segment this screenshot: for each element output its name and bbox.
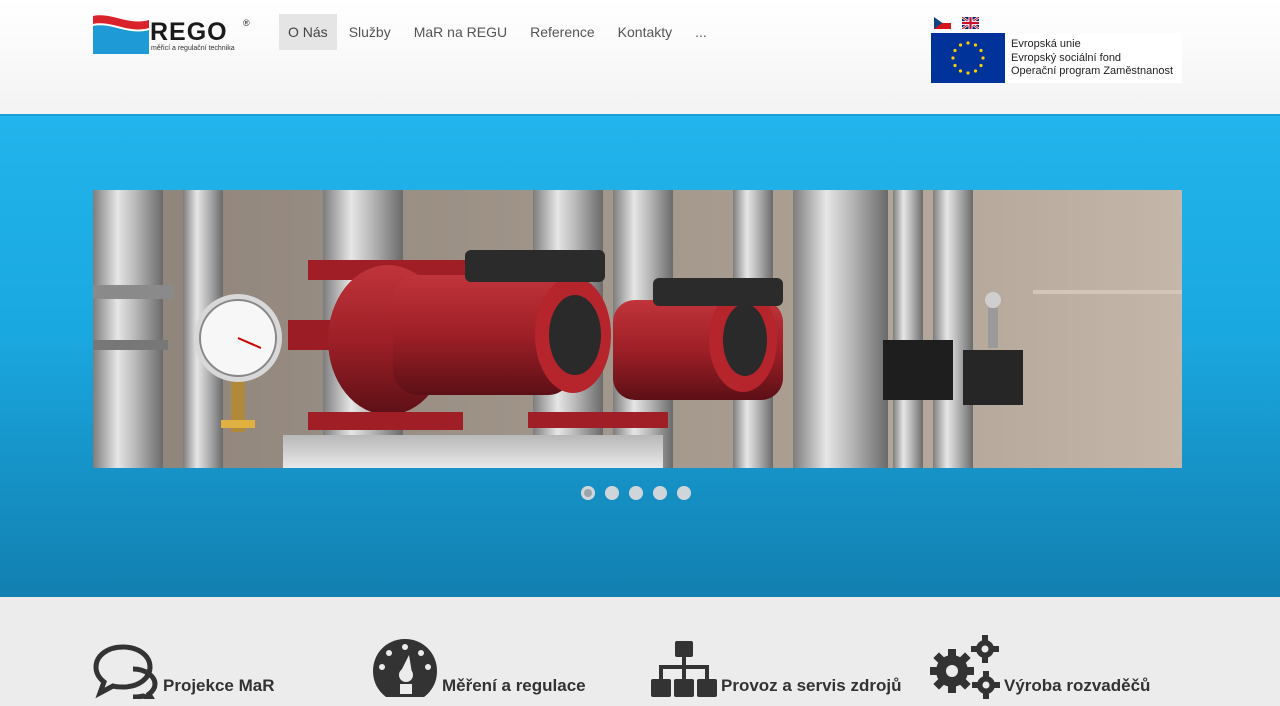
slider-dot-3[interactable] [629,486,643,500]
service-label: Provoz a servis zdrojů [721,676,902,695]
nav-item-reference[interactable]: Reference [519,14,606,50]
speech-bubbles-icon [93,644,158,699]
eu-text: Evropská unie Evropský sociální fond Ope… [1011,38,1173,79]
uk-flag-icon[interactable] [962,17,979,29]
nav-item-more[interactable]: ... [684,14,718,50]
registered-mark: ® [243,18,250,28]
slider-image[interactable] [93,190,1182,468]
slider-pagination [581,486,691,500]
eu-funding-badge[interactable]: Evropská unie Evropský sociální fond Ope… [931,33,1182,83]
eu-line-1: Evropská unie [1011,38,1081,50]
slider-dot-5[interactable] [677,486,691,500]
language-switcher [934,17,979,29]
service-label: Měření a regulace [442,676,586,695]
pump-room-photo-icon [93,190,1182,468]
gears-icon [930,635,1000,699]
eu-line-3: Operační program Zaměstnanost [1011,65,1174,77]
rego-logo[interactable]: REGO ® měřicí a regulační technika [93,14,253,54]
nav-item-mar-na-regu[interactable]: MaR na REGU [403,14,518,50]
slider-dot-2[interactable] [605,486,619,500]
eu-line-2: Evropský sociální fond [1011,51,1122,64]
service-label: Projekce MaR [163,676,275,695]
service-mereni-a-regulace[interactable]: Měření a regulace [372,637,586,699]
logo-tagline: měřicí a regulační technika [151,45,235,52]
nav-item-o-nas[interactable]: O Nás [279,14,337,50]
service-label: Výroba rozvaděčů [1004,676,1151,695]
slider-dot-1[interactable] [581,486,595,500]
nav-item-kontakty[interactable]: Kontakty [607,14,683,50]
eu-flag-icon [931,33,1005,83]
main-nav: O Nás Služby MaR na REGU Reference Konta… [279,14,719,50]
site-header: REGO ® měřicí a regulační technika O Nás… [0,0,1280,114]
hero-section [0,114,1280,597]
gauge-icon [373,639,437,697]
logo-wordmark: REGO [150,18,228,46]
service-provoz-a-servis[interactable]: Provoz a servis zdrojů [651,637,901,699]
slider-dot-4[interactable] [653,486,667,500]
rego-logo-icon [93,14,149,54]
service-projekce-mar[interactable]: Projekce MaR [93,637,275,699]
services-section: Projekce MaR Měření a regulace Provoz a … [0,597,1280,706]
czech-flag-icon[interactable] [934,17,951,29]
nav-item-sluzby[interactable]: Služby [338,14,402,50]
service-vyroba-rozvadecu[interactable]: Výroba rozvaděčů [930,635,1151,699]
sitemap-icon [651,641,717,697]
